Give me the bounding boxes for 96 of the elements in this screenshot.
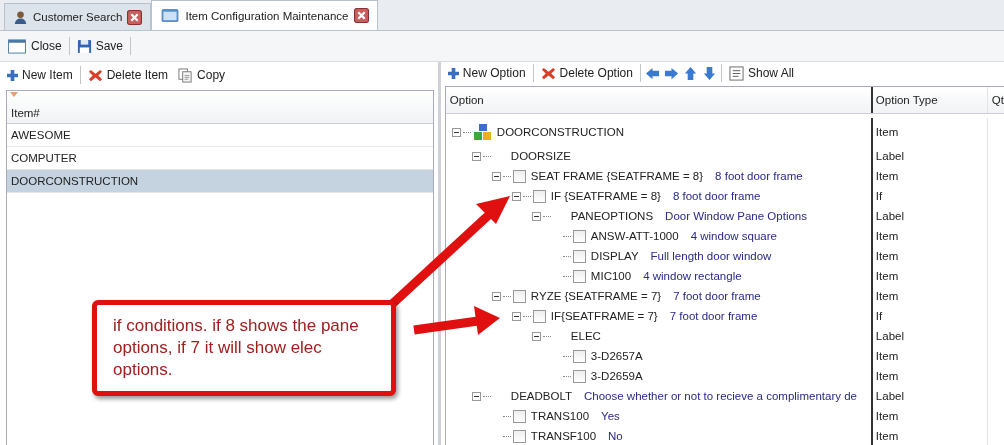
checkbox[interactable] [572,349,586,363]
checkbox[interactable] [572,249,586,263]
collapse-icon[interactable] [531,331,541,341]
option-description: Choose whether or not to recieve a complimentary de [584,390,857,402]
save-icon [76,38,92,54]
option-name: IF {SEATFRAME = 8} [550,190,661,202]
collapse-icon[interactable] [471,391,481,401]
collapse-icon[interactable] [471,151,481,161]
checkbox[interactable] [512,169,526,183]
checkbox[interactable] [572,369,586,383]
table-cell: Item [872,166,988,186]
option-name: ANSW-ATT-1000 [590,230,679,242]
option-name: IF{SEATFRAME = 7} [550,310,658,322]
toolbar-button[interactable]: Show All [725,63,797,83]
column-header[interactable]: Option Type [872,87,988,113]
up-arrow-icon[interactable] [682,65,698,81]
toolbar-button[interactable]: Delete Option [537,63,636,83]
table-cell: If [872,306,988,326]
close-icon[interactable] [353,8,369,23]
collapse-icon[interactable] [531,211,541,221]
collapse-icon[interactable] [491,171,501,181]
list-icon [728,65,744,81]
column-header[interactable]: Item# [7,91,433,124]
plus-icon [447,67,459,79]
collapse-icon[interactable] [491,291,501,301]
option-name: MIC100 [590,270,632,282]
option-description: Door Window Pane Options [665,210,807,222]
option-name: DOORCONSTRUCTION [496,126,624,138]
toolbar-button[interactable]: New Item [4,66,76,84]
item-row[interactable]: DOORCONSTRUCTION [7,170,433,193]
option-description: 8 foot door frame [715,170,803,182]
option-description: 4 window square [690,230,777,242]
option-name: PANEOPTIONS [570,210,654,222]
option-name: 3-D2659A [590,370,643,382]
checkbox[interactable] [572,269,586,283]
checkbox[interactable] [532,189,546,203]
tab[interactable]: Customer Search [4,3,152,30]
option-name: TRANS100 [530,410,590,422]
tab[interactable]: Item Configuration Maintenance [151,0,378,30]
checkbox[interactable] [572,229,586,243]
option-name: RYZE {SEATFRAME = 7} [530,290,662,302]
table-cell: Label [872,386,988,406]
option-description: 7 foot door frame [673,290,761,302]
checkbox[interactable] [512,429,526,443]
option-name: TRANSF100 [530,430,597,442]
sort-icon [10,92,18,97]
toolbar-button[interactable]: Copy [175,65,229,85]
table-cell: If [872,186,988,206]
item-row[interactable]: AWESOME [7,124,433,147]
delete-icon [540,65,556,81]
checkbox[interactable] [532,309,546,323]
option-name: DISPLAY [590,250,639,262]
option-description: Yes [601,410,620,422]
toolbar-button[interactable]: Save [73,36,127,56]
table-cell: Item [872,346,988,366]
table-cell: Item [872,246,988,266]
checkbox[interactable] [512,289,526,303]
checkbox[interactable] [512,409,526,423]
window-icon [7,38,27,54]
person-icon [13,9,28,25]
table-cell: Label [872,326,988,346]
option-name: SEAT FRAME {SEATFRAME = 8} [530,170,704,182]
option-name: 3-D2657A [590,350,643,362]
collapse-icon[interactable] [511,311,521,321]
option-name: ELEC [570,330,601,342]
column-header[interactable]: Qt [987,87,1004,113]
option-name: DEADBOLT [510,390,572,402]
close-icon[interactable] [127,9,143,25]
table-cell: Label [872,146,988,166]
table-cell: Label [872,206,988,226]
table-cell: Item [872,366,988,386]
toolbar-button[interactable]: Close [4,36,65,56]
option-description: 4 window rectangle [643,270,742,282]
option-description: 7 foot door frame [669,310,758,322]
callout: if conditions. if 8 shows the pane options, if 7 it will show elec options. [92,300,396,397]
collapse-icon[interactable] [511,191,521,201]
left-arrow-icon[interactable] [644,65,660,81]
toolbar-button[interactable]: New Option [444,64,529,82]
table-cell: Item [872,266,988,286]
table-cell: Item [872,118,988,146]
table-cell: Item [872,226,988,246]
window-icon [160,8,181,23]
option-description: Full length door window [650,250,772,262]
copy-icon [178,67,194,83]
plus-icon [7,69,18,81]
toolbar-button[interactable]: Delete Item [84,65,172,85]
option-description: No [608,430,623,442]
table-cell: Item [872,406,988,426]
delete-icon [87,67,103,83]
column-header[interactable]: Option [445,87,873,113]
table-cell: Item [872,286,988,306]
option-description: 8 foot door frame [672,190,761,202]
option-name: DOORSIZE [510,150,571,162]
table-cell: Item [872,426,988,445]
collapse-icon[interactable] [451,127,461,137]
cubes-icon [472,123,493,141]
